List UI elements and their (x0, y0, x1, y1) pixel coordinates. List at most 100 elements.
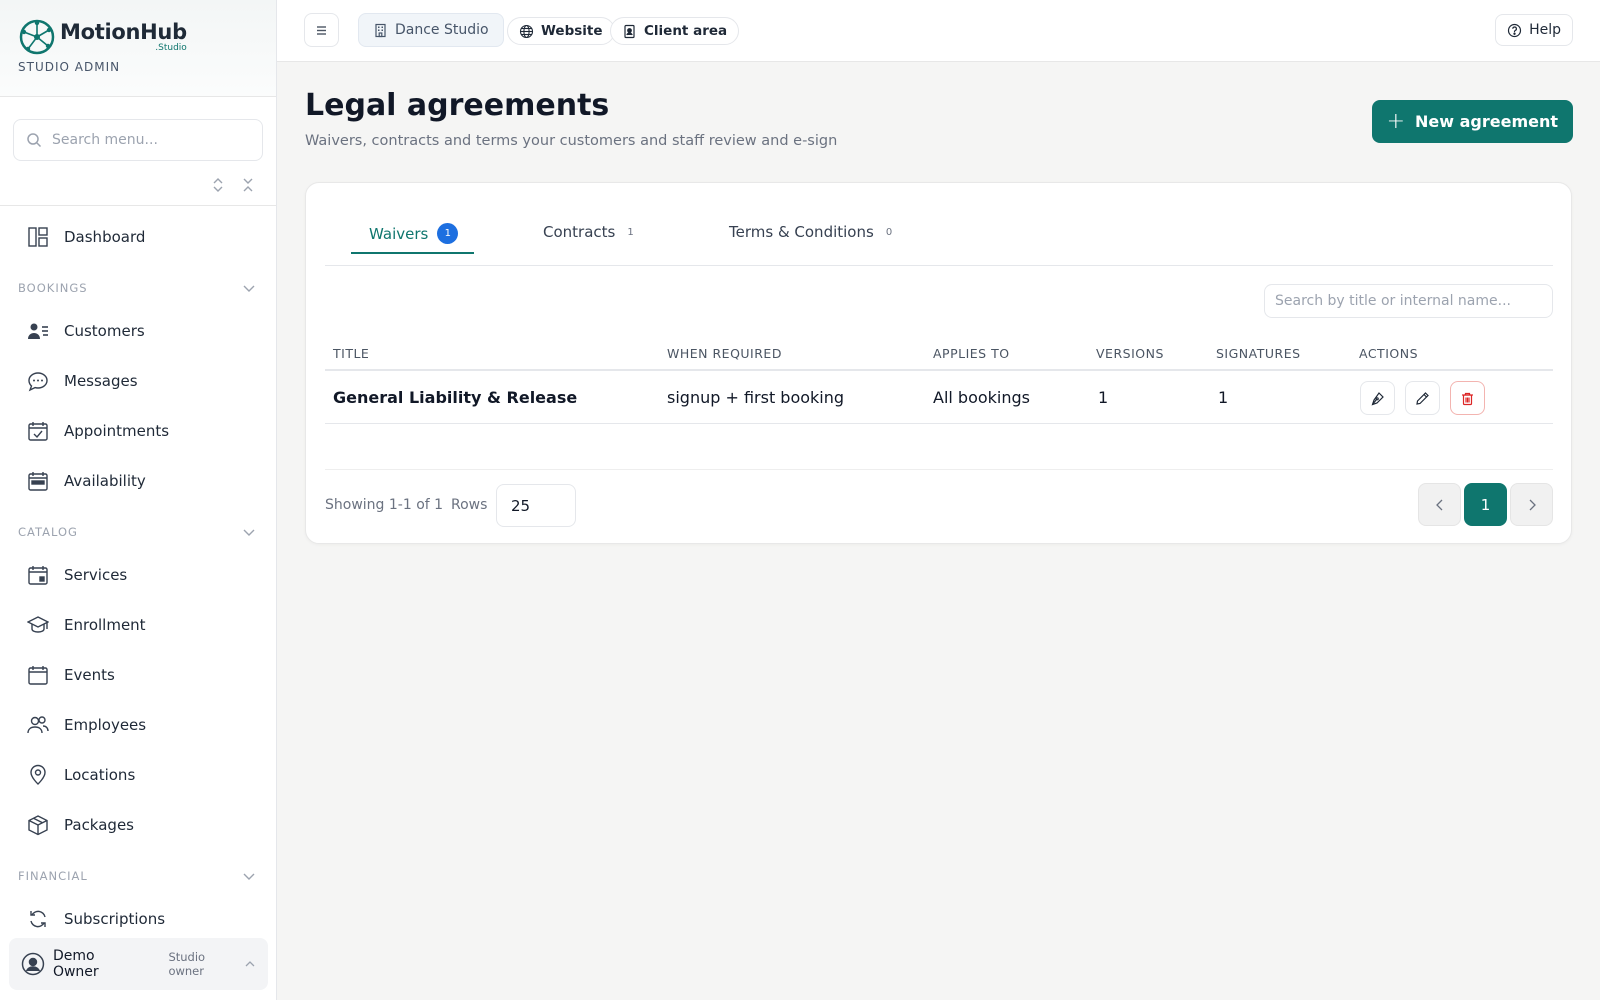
section-financial[interactable]: FINANCIAL (0, 850, 276, 894)
col-versions: VERSIONS (1096, 346, 1164, 361)
new-agreement-label: New agreement (1415, 112, 1558, 131)
section-title: FINANCIAL (18, 869, 88, 883)
sidebar-item-label: Packages (64, 816, 134, 834)
sidebar-item-events[interactable]: Events (0, 650, 276, 700)
section-bookings[interactable]: BOOKINGS (0, 262, 276, 306)
col-title: TITLE (333, 346, 370, 361)
active-tab-indicator (351, 252, 474, 254)
user-name: Demo Owner (52, 948, 99, 980)
website-button[interactable]: Website (507, 17, 615, 45)
table-row[interactable]: General Liability & Release signup + fir… (325, 371, 1553, 424)
sidebar-item-dashboard[interactable]: Dashboard (0, 212, 276, 262)
motionhub-logo-icon (19, 19, 55, 55)
sidebar-item-locations[interactable]: Locations (0, 750, 276, 800)
cell-applies-to: All bookings (933, 388, 1030, 407)
map-pin-icon (30, 764, 46, 785)
client-area-label: Client area (644, 23, 728, 39)
sidebar-item-label: Events (64, 666, 115, 684)
section-title: CATALOG (18, 525, 78, 539)
section-catalog[interactable]: CATALOG (0, 506, 276, 550)
tab-contracts[interactable]: Contracts 1 (543, 223, 634, 241)
menu-toggle-button[interactable] (304, 13, 339, 47)
chevron-up-icon (245, 961, 255, 967)
rows-label: Rows (451, 497, 488, 513)
refresh-icon (30, 910, 46, 928)
client-area-button[interactable]: Client area (610, 17, 740, 45)
users-icon (27, 716, 49, 734)
sidebar-nav: Dashboard BOOKINGS Customers Messages Ap… (0, 212, 276, 930)
sidebar-item-packages[interactable]: Packages (0, 800, 276, 850)
section-title: BOOKINGS (18, 281, 88, 295)
prev-page-button[interactable] (1418, 483, 1461, 526)
page-title: Legal agreements (305, 88, 610, 123)
calendar-check-icon (28, 422, 48, 441)
tab-waivers[interactable]: Waivers 1 (369, 223, 459, 244)
new-agreement-button[interactable]: + New agreement (1371, 100, 1573, 143)
sidebar-item-enrollment[interactable]: Enrollment (0, 600, 276, 650)
col-applies-to: APPLIES TO (933, 346, 1010, 361)
delete-button[interactable] (1450, 381, 1485, 415)
page-button-current[interactable]: 1 (1464, 483, 1507, 526)
studio-name: Dance Studio (395, 22, 489, 38)
sidebar-item-subscriptions[interactable]: Subscriptions (0, 894, 276, 930)
sign-button[interactable] (1360, 381, 1395, 415)
sidebar-item-services[interactable]: Services (0, 550, 276, 600)
rows-per-page-input[interactable]: 25 (496, 484, 576, 527)
chevron-down-icon (243, 285, 255, 292)
studio-switcher-button[interactable]: Dance Studio (358, 13, 504, 47)
brand-name: MotionHub (60, 19, 187, 44)
sidebar-item-label: Messages (64, 372, 138, 390)
user-menu[interactable]: Demo Owner Studio owner (9, 938, 268, 990)
expand-all-icon[interactable] (210, 177, 226, 193)
sidebar-item-customers[interactable]: Customers (0, 306, 276, 356)
help-circle-icon (1507, 23, 1522, 37)
id-badge-icon (624, 24, 635, 38)
chat-bubble-icon (28, 372, 48, 392)
agreement-tabs: Waivers 1 Contracts 1 Terms & Conditions… (325, 183, 1553, 266)
sidebar-item-label: Enrollment (64, 616, 146, 634)
website-label: Website (541, 23, 603, 39)
agreement-search-input[interactable]: Search by title or internal name... (1264, 284, 1553, 318)
col-signatures: SIGNATURES (1216, 346, 1301, 361)
menu-search-input[interactable]: Search menu... (13, 119, 263, 161)
tab-count-badge: 1 (627, 226, 634, 238)
package-icon (28, 815, 48, 836)
tab-count-badge: 1 (437, 223, 459, 244)
tab-label: Waivers (369, 224, 429, 243)
next-page-button[interactable] (1510, 483, 1553, 526)
globe-icon (519, 24, 534, 38)
col-actions: ACTIONS (1359, 346, 1419, 361)
sidebar-item-availability[interactable]: Availability (0, 456, 276, 506)
studio-admin-label: STUDIO ADMIN (18, 60, 121, 74)
agreements-card: Waivers 1 Contracts 1 Terms & Conditions… (305, 182, 1572, 544)
edit-button[interactable] (1405, 381, 1440, 415)
sidebar-item-messages[interactable]: Messages (0, 356, 276, 406)
sidebar-item-label: Customers (64, 322, 145, 340)
tab-label: Terms & Conditions (729, 223, 874, 241)
building-icon (375, 23, 386, 37)
user-role: Studio owner (168, 950, 206, 978)
sidebar-item-label: Dashboard (64, 228, 146, 246)
cell-when-required: signup + first booking (667, 388, 845, 407)
help-button[interactable]: Help (1495, 14, 1573, 46)
tab-count-badge: 0 (885, 226, 893, 238)
table-header: TITLE WHEN REQUIRED APPLIES TO VERSIONS … (325, 333, 1553, 371)
calendar-range-icon (28, 472, 48, 491)
search-icon (27, 133, 42, 148)
sidebar-item-label: Availability (64, 472, 146, 490)
help-label: Help (1529, 22, 1561, 38)
sidebar-item-employees[interactable]: Employees (0, 700, 276, 750)
pencil-icon (1416, 391, 1429, 405)
tab-terms-conditions[interactable]: Terms & Conditions 0 (729, 223, 892, 241)
sidebar-item-appointments[interactable]: Appointments (0, 406, 276, 456)
showing-count: Showing 1-1 of 1 (325, 497, 444, 513)
collapse-all-icon[interactable] (240, 177, 256, 193)
sidebar-item-label: Locations (64, 766, 136, 784)
hamburger-icon (317, 25, 326, 35)
agreement-search-placeholder: Search by title or internal name... (1275, 293, 1511, 309)
trash-icon (1462, 392, 1473, 405)
logo-link[interactable]: MotionHub .Studio (18, 18, 258, 56)
services-icon (28, 566, 48, 585)
cell-title: General Liability & Release (333, 388, 578, 407)
sidebar-item-label: Appointments (64, 422, 170, 440)
